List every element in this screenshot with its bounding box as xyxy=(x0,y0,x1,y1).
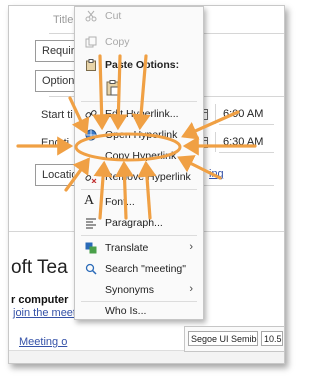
menu-separator xyxy=(81,301,197,302)
menu-item-copy-hyperlink[interactable]: Copy Hyperlink xyxy=(75,147,203,165)
who-is-label: Who Is... xyxy=(105,305,147,317)
paste-text-icon xyxy=(106,80,120,96)
menu-item-open-hyperlink[interactable]: Open Hyperlink xyxy=(75,126,203,144)
search-icon xyxy=(85,263,97,275)
menu-item-translate[interactable]: Translate › xyxy=(75,239,203,257)
paragraph-label: Paragraph... xyxy=(105,217,163,229)
menu-item-remove-hyperlink[interactable]: Remove Hyperlink xyxy=(75,168,203,186)
menu-item-synonyms[interactable]: Synonyms › xyxy=(75,281,203,299)
scissors-icon xyxy=(85,10,97,22)
menu-item-cut[interactable]: Cut xyxy=(75,7,203,25)
globe-link-icon xyxy=(85,129,97,141)
paste-keep-text-option[interactable] xyxy=(103,78,123,98)
start-divider xyxy=(215,104,216,124)
chevron-right-icon: › xyxy=(189,283,193,295)
menu-item-paragraph[interactable]: Paragraph... xyxy=(75,214,203,232)
optional-label: Option xyxy=(42,75,75,87)
cut-label: Cut xyxy=(105,10,122,22)
end-divider xyxy=(215,132,216,152)
start-time-underline xyxy=(219,124,274,125)
computer-heading: r computer xyxy=(11,294,69,306)
font-name-box[interactable]: Segoe UI Semibo xyxy=(188,331,258,346)
end-time-field[interactable]: 6:30 AM xyxy=(223,136,263,148)
meeting-options-link[interactable]: Meeting o xyxy=(19,336,67,348)
location-label: Locatio xyxy=(42,169,78,181)
paste-options-label: Paste Options: xyxy=(105,59,180,71)
menu-item-search[interactable]: Search "meeting" xyxy=(75,260,203,278)
menu-item-edit-hyperlink[interactable]: Edit Hyperlink... xyxy=(75,105,203,123)
font-size-box[interactable]: 10.5 xyxy=(261,331,283,346)
synonyms-label: Synonyms xyxy=(105,284,155,296)
paste-options-header: Paste Options: xyxy=(75,56,203,74)
remove-hyperlink-label: Remove Hyperlink xyxy=(105,171,191,183)
outlook-meeting-window: Title Requir Option Start ti 6:00 AM End… xyxy=(8,5,285,364)
menu-item-copy[interactable]: Copy xyxy=(75,33,203,51)
link-icon xyxy=(85,110,97,118)
menu-separator xyxy=(81,101,197,102)
copy-hyperlink-label: Copy Hyperlink xyxy=(105,150,177,162)
room-finder-link[interactable]: ing xyxy=(209,168,224,180)
title-label: Title xyxy=(53,14,74,26)
teams-heading: oft Tea xyxy=(11,257,68,278)
menu-separator xyxy=(81,189,197,190)
menu-item-font[interactable]: A Font... xyxy=(75,193,203,211)
translate-icon xyxy=(85,242,97,254)
font-label: Font... xyxy=(105,196,135,208)
mini-toolbar: Segoe UI Semibo 10.5 xyxy=(184,326,284,352)
remove-link-icon xyxy=(85,175,97,183)
font-icon: A xyxy=(84,193,95,208)
menu-separator xyxy=(81,235,197,236)
copy-label: Copy xyxy=(105,36,130,48)
required-label: Requir xyxy=(42,45,75,57)
menu-item-who-is[interactable]: Who Is... xyxy=(75,304,203,319)
start-time-field[interactable]: 6:00 AM xyxy=(223,108,263,120)
open-hyperlink-label: Open Hyperlink xyxy=(105,129,178,141)
edit-hyperlink-label: Edit Hyperlink... xyxy=(105,108,179,120)
search-label: Search "meeting" xyxy=(105,263,186,275)
end-time-underline xyxy=(219,152,274,153)
paragraph-icon xyxy=(86,218,96,229)
end-time-label: End ti xyxy=(41,137,70,149)
copy-icon xyxy=(85,36,97,48)
context-menu: Cut Copy Paste Options: Edit Hyperlink..… xyxy=(74,6,204,320)
chevron-right-icon: › xyxy=(189,241,193,253)
translate-label: Translate xyxy=(105,242,149,254)
clipboard-icon xyxy=(86,59,96,71)
start-time-label: Start ti xyxy=(41,109,73,121)
